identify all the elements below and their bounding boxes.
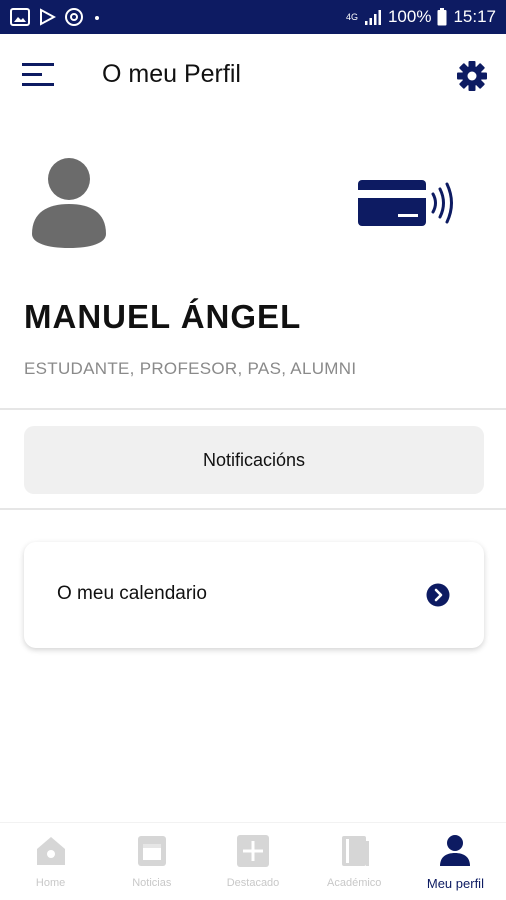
calendar-card[interactable]: O meu calendario [24,542,484,648]
sync-notification-icon [65,8,83,26]
more-notifications-dot-icon [95,16,99,20]
settings-button[interactable] [452,56,492,96]
calendar-open-button[interactable] [426,583,450,607]
user-avatar-icon [32,158,106,248]
nav-item-home[interactable]: Home [0,823,101,900]
play-store-notification-icon [40,8,56,26]
chevron-right-icon [426,583,450,607]
nav-label-news: Noticias [132,877,172,889]
network-type: 4G [345,11,358,22]
book-icon [342,836,370,866]
person-icon [440,835,471,866]
nav-item-news[interactable]: Noticias [101,823,202,900]
plus-icon [237,835,269,867]
page-title: O meu Perfil [102,60,241,88]
news-icon [137,836,166,866]
status-bar-system: 4G 100% 15:17 [346,7,496,27]
avatar [26,152,112,252]
nav-item-featured[interactable]: Destacado [202,823,303,900]
home-icon [36,837,65,865]
nav-label-featured: Destacado [226,877,280,889]
nav-label-profile: Meu perfil [426,876,484,891]
divider [0,508,506,510]
digital-card-button[interactable] [354,172,464,234]
menu-button[interactable] [18,58,58,92]
calendar-label: O meu calendario [57,583,207,604]
notifications-label: Notificacións [202,449,306,470]
battery-icon [437,8,447,26]
clock: 15:17 [453,7,496,26]
status-bar: 4G 100% 15:17 [0,0,506,34]
status-bar-notifications [10,7,102,27]
nav-label-academic: Académico [327,877,382,889]
nav-item-profile[interactable]: Meu perfil [405,823,506,900]
hamburger-menu-icon [22,63,54,86]
user-name: MANUEL ÁNGEL [24,298,302,335]
user-roles: ESTUDANTE, PROFESOR, PAS, ALUMNI [24,359,357,378]
app-bar: O meu Perfil [0,34,506,116]
gear-icon [457,61,487,91]
battery-percentage: 100% [387,7,432,26]
nav-label-home: Home [35,877,66,889]
bottom-navigation: Home Noticias Destacado Académico Meu pe… [0,822,506,900]
signal-icon [364,10,381,25]
nav-item-academic[interactable]: Académico [304,823,405,900]
notifications-button[interactable]: Notificacións [24,426,484,494]
image-notification-icon [10,8,30,26]
divider [0,408,506,410]
contactless-card-icon [358,180,453,226]
